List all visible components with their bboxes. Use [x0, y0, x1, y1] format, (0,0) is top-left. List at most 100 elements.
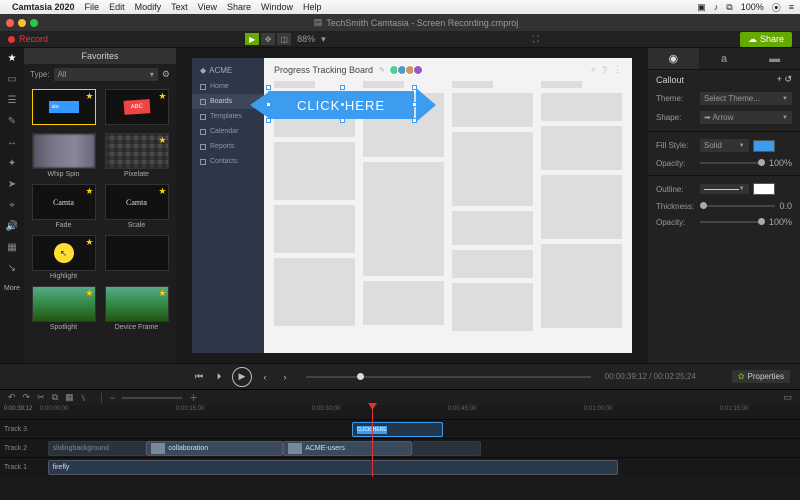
- app-menu[interactable]: Camtasia 2020: [12, 2, 75, 12]
- menu-share[interactable]: Share: [227, 2, 251, 12]
- cut-icon[interactable]: ✂: [37, 392, 45, 403]
- settings-icon[interactable]: ⚙: [162, 69, 170, 80]
- thickness-slider[interactable]: [700, 205, 775, 207]
- timeline-clip[interactable]: firefly: [48, 460, 618, 475]
- transitions-icon[interactable]: ↔: [6, 136, 18, 148]
- step-back-button[interactable]: ⏵: [212, 370, 226, 384]
- fill-label: Fill Style:: [656, 141, 696, 150]
- select-tool-icon[interactable]: ▶: [245, 33, 259, 45]
- mock-nav-item: Contacts: [192, 154, 264, 169]
- favorites-icon[interactable]: ★: [6, 52, 18, 64]
- record-button[interactable]: Record: [8, 34, 48, 44]
- theme-select[interactable]: Select Theme...▼: [700, 92, 792, 105]
- fullscreen-icon[interactable]: ⛶: [529, 34, 543, 45]
- timeline-clip[interactable]: ACME-users: [283, 441, 412, 456]
- split-icon[interactable]: ⑊: [81, 393, 86, 403]
- wifi-icon[interactable]: ⧉: [726, 2, 732, 13]
- ruler-tick: 0:01:15;00: [720, 406, 748, 412]
- ruler-tick: 0:00:30;00: [312, 406, 340, 412]
- timeline-clip[interactable]: CLICK HERE: [352, 422, 443, 437]
- library-item[interactable]: ★Whip Spin: [30, 133, 97, 178]
- library-item[interactable]: ★ABC: [103, 89, 170, 127]
- hand-tool-icon[interactable]: ✥: [261, 33, 275, 45]
- battery-label: 100%: [741, 2, 764, 12]
- zoom-out-icon[interactable]: −: [101, 393, 115, 403]
- timeline-clip[interactable]: slidingbackground: [48, 441, 147, 456]
- paste-icon[interactable]: ▦: [65, 392, 74, 403]
- timeline-clip[interactable]: [412, 441, 480, 456]
- cursor-icon[interactable]: ⌖: [6, 199, 18, 211]
- type-label: Type:: [30, 70, 50, 79]
- zoom-dropdown-icon[interactable]: ▾: [321, 34, 326, 45]
- crop-tool-icon[interactable]: ◫: [277, 33, 291, 45]
- window-controls[interactable]: [6, 19, 38, 27]
- timeline-track[interactable]: Track 2 slidingbackgroundcollaborationACM…: [0, 438, 800, 457]
- properties-button[interactable]: Properties: [732, 370, 790, 383]
- library-item[interactable]: ★CamtaScale: [103, 184, 170, 229]
- library-item[interactable]: ★↖Highlight: [30, 235, 97, 280]
- fill-select[interactable]: Solid▼: [700, 139, 749, 152]
- tab-chat[interactable]: ▬: [749, 48, 800, 69]
- opacity2-slider[interactable]: [700, 221, 765, 223]
- outline-color[interactable]: [753, 183, 775, 195]
- menu-window[interactable]: Window: [261, 2, 293, 12]
- fill-color[interactable]: [753, 140, 775, 152]
- media-icon[interactable]: ▭: [6, 73, 18, 85]
- mock-logo: ◆ ACME: [192, 62, 264, 79]
- menu-file[interactable]: File: [85, 2, 100, 12]
- menu-text[interactable]: Text: [171, 2, 188, 12]
- gesture-icon[interactable]: ↘: [6, 262, 18, 274]
- prev-marker-button[interactable]: ‹: [258, 370, 272, 384]
- redo-icon[interactable]: ↷: [23, 392, 31, 403]
- library-item[interactable]: ★Device Frame: [103, 286, 170, 331]
- share-button[interactable]: Share: [740, 32, 792, 47]
- annotations-icon[interactable]: ✎: [6, 115, 18, 127]
- menu-help[interactable]: Help: [303, 2, 322, 12]
- opacity-slider[interactable]: [700, 162, 765, 164]
- mock-board-title: Progress Tracking Board: [274, 65, 373, 75]
- prev-clip-button[interactable]: ⏮: [192, 370, 206, 384]
- shape-select[interactable]: ➡ Arrow▼: [700, 111, 792, 124]
- zoom-slider[interactable]: [122, 397, 182, 399]
- zoom-in-icon[interactable]: ＋: [189, 391, 198, 404]
- tab-text[interactable]: a: [699, 48, 750, 69]
- library-item[interactable]: ★Spotlight: [30, 286, 97, 331]
- library-item[interactable]: ★CamtaFade: [30, 184, 97, 229]
- library-item[interactable]: ★Pixelate: [103, 133, 170, 178]
- audio-icon[interactable]: ♪: [714, 2, 719, 12]
- audio-icon[interactable]: 🔊: [6, 220, 18, 232]
- timeline-ruler[interactable]: 0:00:39;12 0:00:00;00 0:00:15;00 0:00:30…: [0, 405, 800, 419]
- undo-icon[interactable]: ↶: [8, 392, 16, 403]
- menu-view[interactable]: View: [198, 2, 217, 12]
- menu-edit[interactable]: Edit: [109, 2, 125, 12]
- timeline-clip[interactable]: collaboration: [146, 441, 283, 456]
- next-marker-button[interactable]: ›: [278, 370, 292, 384]
- library-header: Favorites: [24, 48, 176, 64]
- scrub-bar[interactable]: [306, 376, 591, 378]
- library-item[interactable]: [103, 235, 170, 280]
- timeline-track[interactable]: Track 1firefly: [0, 457, 800, 476]
- animations-icon[interactable]: ➤: [6, 178, 18, 190]
- video-icon[interactable]: ▣: [697, 2, 706, 13]
- menu-icon[interactable]: ≡: [789, 2, 794, 12]
- spotlight-icon[interactable]: ⦿: [772, 1, 781, 14]
- reset-icon[interactable]: ↺: [784, 74, 792, 84]
- tab-visual[interactable]: ◉: [648, 48, 699, 69]
- visual-icon[interactable]: ▦: [6, 241, 18, 253]
- track-label: Track 2: [0, 445, 40, 452]
- behaviors-icon[interactable]: ✦: [6, 157, 18, 169]
- add-icon[interactable]: +: [777, 74, 782, 84]
- playhead[interactable]: [372, 405, 373, 477]
- mock-nav-item: Calendar: [192, 124, 264, 139]
- more-tools[interactable]: More: [4, 285, 20, 292]
- timeline-track[interactable]: Track 3CLICK HERE: [0, 419, 800, 438]
- canvas-area[interactable]: ◆ ACME HomeBoardsTemplatesCalendarReport…: [176, 48, 648, 363]
- type-filter[interactable]: All▾: [54, 68, 158, 81]
- library-icon[interactable]: ☰: [6, 94, 18, 106]
- menu-modify[interactable]: Modify: [135, 2, 162, 12]
- copy-icon[interactable]: ⧉: [52, 392, 58, 403]
- play-button[interactable]: ▶: [232, 367, 252, 387]
- library-item[interactable]: ★abc: [30, 89, 97, 127]
- outline-select[interactable]: ▼: [700, 184, 749, 194]
- timeline-menu-icon[interactable]: ▭: [783, 392, 792, 403]
